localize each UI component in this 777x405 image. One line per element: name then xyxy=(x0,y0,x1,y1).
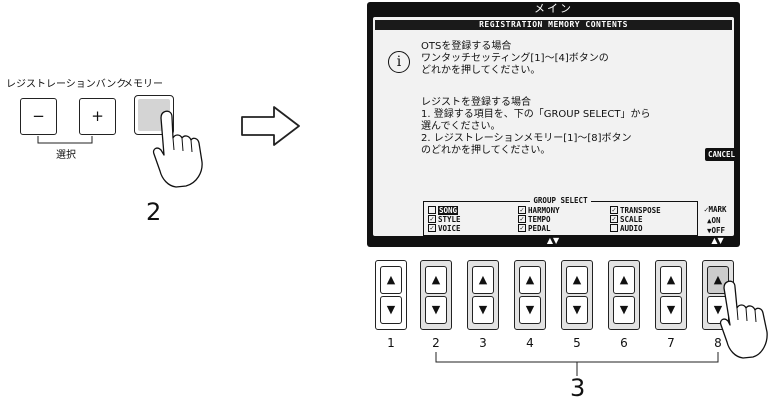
hw-label-2: 2 xyxy=(432,336,440,350)
hw-down-button-7[interactable]: ▼ xyxy=(660,296,682,324)
hw-up-button-6[interactable]: ▲ xyxy=(613,266,635,294)
bank-plus-button[interactable]: + xyxy=(79,98,116,135)
step-2-label: 2 xyxy=(146,198,162,226)
checkbox-icon xyxy=(428,206,436,214)
hw-down-button-6[interactable]: ▼ xyxy=(613,296,635,324)
reg-line-4: 2. レジストレーションメモリー[1]〜[8]ボタン xyxy=(421,133,632,144)
group-item-transpose[interactable]: ✓ TRANSPOSE xyxy=(610,206,661,215)
group-select-box: GROUP SELECT SONG ✓ STYLE ✓ VOICE ✓ HARMONY… xyxy=(423,196,698,236)
ots-line-1: OTSを登録する場合 xyxy=(421,41,512,52)
screen-bottom-bar[interactable]: ▲▼ xyxy=(421,236,685,245)
pressing-hand-icon xyxy=(719,280,768,359)
reg-line-2: 1. 登録する項目を、下の「GROUP SELECT」から xyxy=(421,109,651,120)
hw-up-button-7[interactable]: ▲ xyxy=(660,266,682,294)
hw-up-button-1[interactable]: ▲ xyxy=(380,266,402,294)
registration-bank-label: レジストレーションバンク xyxy=(6,79,127,90)
hw-down-button-5[interactable]: ▼ xyxy=(566,296,588,324)
hw-down-button-3[interactable]: ▼ xyxy=(472,296,494,324)
group-item-style[interactable]: ✓ STYLE xyxy=(428,215,461,224)
group-item-voice[interactable]: ✓ VOICE xyxy=(428,224,461,233)
hw-button-5: ▲ ▼ xyxy=(561,260,593,330)
hw-button-2: ▲ ▼ xyxy=(420,260,452,330)
hw-button-3: ▲ ▼ xyxy=(467,260,499,330)
ots-line-2: ワンタッチセッティング[1]〜[4]ボタンの xyxy=(421,53,609,64)
hw-up-button-2[interactable]: ▲ xyxy=(425,266,447,294)
checkbox-checked-icon: ✓ xyxy=(518,206,526,214)
right-outline-arrow-icon xyxy=(241,106,300,146)
reg-line-5: のどれかを押してください。 xyxy=(421,145,551,156)
group-item-audio[interactable]: AUDIO xyxy=(610,224,643,233)
hw-button-4: ▲ ▼ xyxy=(514,260,546,330)
checkbox-checked-icon: ✓ xyxy=(428,224,436,232)
hw-label-5: 5 xyxy=(573,336,581,350)
checkbox-checked-icon: ✓ xyxy=(610,215,618,223)
checkbox-checked-icon: ✓ xyxy=(428,215,436,223)
hw-button-7: ▲ ▼ xyxy=(655,260,687,330)
group-select-title: GROUP SELECT xyxy=(424,196,697,205)
pressing-hand-icon xyxy=(152,110,203,188)
checkbox-checked-icon: ✓ xyxy=(518,215,526,223)
reg-line-3: 選んでください。 xyxy=(421,121,501,132)
display-screen: メイン REGISTRATION MEMORY CONTENTS i OTSを登… xyxy=(367,2,740,247)
legend-on: ▲ON xyxy=(707,216,721,225)
group-item-scale[interactable]: ✓ SCALE xyxy=(610,215,643,224)
group-item-tempo[interactable]: ✓ TEMPO xyxy=(518,215,551,224)
bank-minus-button[interactable]: − xyxy=(20,98,57,135)
legend-mark: ✓MARK xyxy=(704,205,727,214)
ots-line-3: どれかを押してください。 xyxy=(421,65,541,76)
reg-line-1: レジストを登録する場合 xyxy=(421,97,531,108)
memory-label: メモリー xyxy=(123,79,163,90)
hw-down-button-4[interactable]: ▼ xyxy=(519,296,541,324)
hw-down-button-2[interactable]: ▼ xyxy=(425,296,447,324)
hw-up-button-4[interactable]: ▲ xyxy=(519,266,541,294)
cancel-button[interactable]: CANCEL xyxy=(705,148,738,161)
hw-button-1: ▲ ▼ xyxy=(375,260,407,330)
checkbox-checked-icon: ✓ xyxy=(610,206,618,214)
checkbox-checked-icon: ✓ xyxy=(518,224,526,232)
step-3-label: 3 xyxy=(570,374,586,402)
info-icon: i xyxy=(388,51,410,73)
hw-button-6: ▲ ▼ xyxy=(608,260,640,330)
legend-off: ▼OFF xyxy=(707,226,726,235)
hw-label-6: 6 xyxy=(620,336,628,350)
screen-title: メイン xyxy=(534,2,573,15)
hw-label-4: 4 xyxy=(526,336,534,350)
group-item-harmony[interactable]: ✓ HARMONY xyxy=(518,206,560,215)
screen-bottom-right-bar[interactable]: ▲▼ xyxy=(701,236,734,245)
hw-up-button-5[interactable]: ▲ xyxy=(566,266,588,294)
hw-label-1: 1 xyxy=(387,336,395,350)
hw-label-7: 7 xyxy=(667,336,675,350)
group-item-song[interactable]: SONG xyxy=(428,206,459,215)
checkbox-icon xyxy=(610,224,618,232)
dialog-body: REGISTRATION MEMORY CONTENTS i OTSを登録する場… xyxy=(373,17,738,236)
hw-down-button-1[interactable]: ▼ xyxy=(380,296,402,324)
hw-label-3: 3 xyxy=(479,336,487,350)
group-item-pedal[interactable]: ✓ PEDAL xyxy=(518,224,551,233)
select-label: 選択 xyxy=(56,150,76,161)
hw-up-button-3[interactable]: ▲ xyxy=(472,266,494,294)
dialog-header: REGISTRATION MEMORY CONTENTS xyxy=(375,20,732,30)
